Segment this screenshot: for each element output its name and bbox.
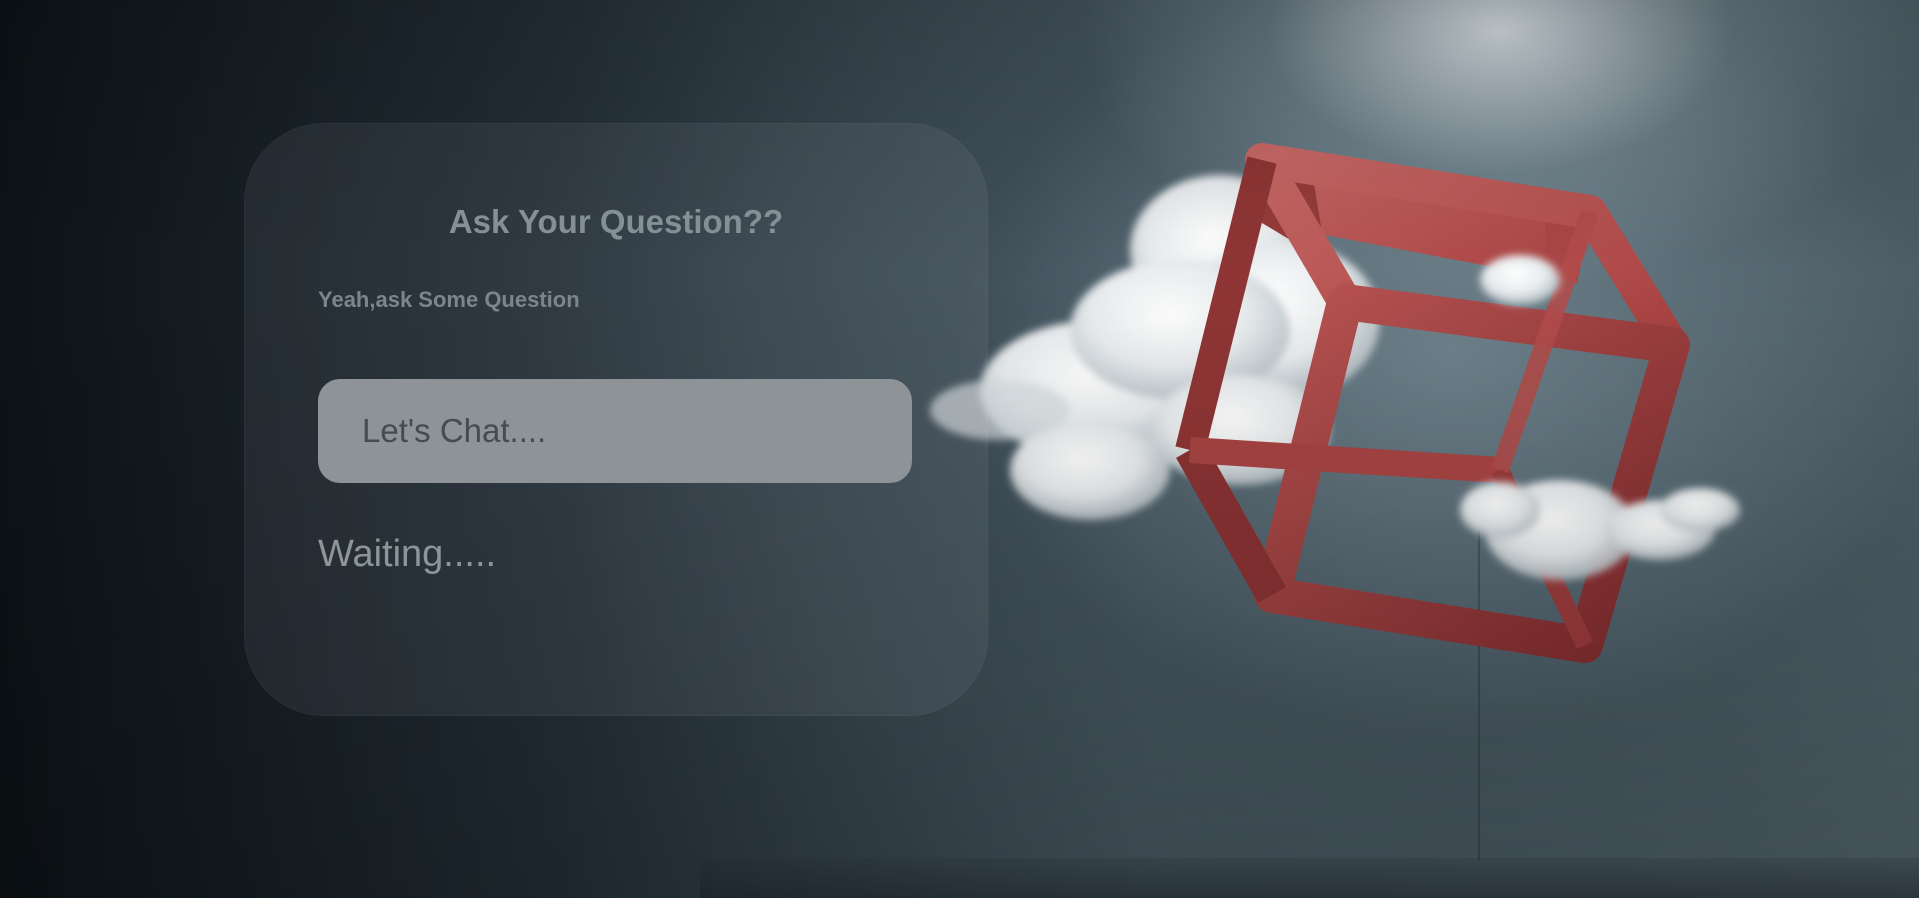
wall-corner [1478, 530, 1480, 860]
floor [700, 858, 1919, 898]
chat-panel: Ask Your Question?? Yeah,ask Some Questi… [244, 123, 988, 716]
status-text: Waiting..... [318, 533, 497, 575]
cloud-left [930, 175, 1380, 520]
panel-title: Ask Your Question?? [448, 203, 784, 240]
cloud-right [1460, 255, 1740, 580]
red-cube [1175, 143, 1690, 663]
chat-input[interactable] [318, 379, 912, 483]
panel-subtitle: Yeah,ask Some Question [318, 287, 580, 312]
